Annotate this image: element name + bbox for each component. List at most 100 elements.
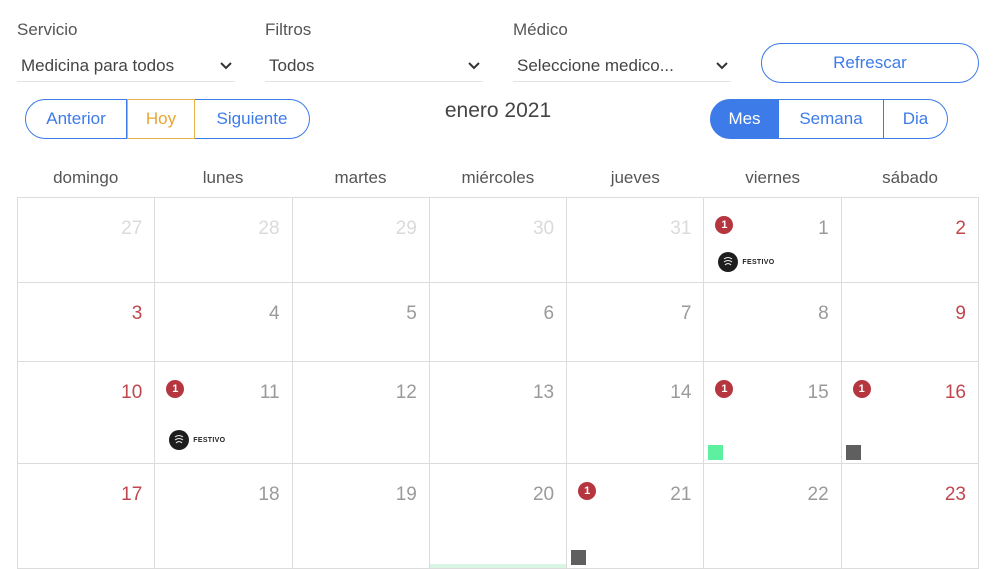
day-cell[interactable]: 16 1 — [841, 362, 979, 464]
day-number: 11 — [259, 382, 280, 403]
calendar-week-row: 10 11 1 FESTIVO 12 13 14 15 1 16 1 — [18, 362, 979, 464]
day-cell[interactable]: 9 — [841, 283, 979, 362]
day-cell[interactable]: 7 — [567, 283, 705, 362]
day-cell[interactable]: 2 — [841, 198, 979, 283]
festivo-event[interactable]: FESTIVO — [718, 252, 774, 272]
day-cell[interactable]: 8 — [704, 283, 842, 362]
day-cell[interactable]: 1 1 FESTIVO — [704, 198, 842, 283]
nav-button-group: Anterior Hoy Siguiente — [25, 99, 310, 139]
servicio-select[interactable]: Medicina para todos — [17, 50, 235, 82]
weekday-label: miércoles — [461, 168, 535, 187]
day-cell[interactable]: 31 — [567, 198, 705, 283]
day-number: 30 — [532, 218, 555, 239]
festivo-logo-icon — [169, 430, 190, 450]
day-cell[interactable]: 5 — [292, 283, 430, 362]
day-cell[interactable]: 12 — [292, 362, 430, 464]
event-marker[interactable] — [845, 445, 861, 460]
day-cell[interactable]: 3 — [18, 283, 156, 362]
day-number: 14 — [670, 382, 692, 403]
day-cell[interactable]: 20 — [429, 464, 568, 569]
filter-label: Médico — [513, 20, 568, 39]
festivo-label: FESTIVO — [742, 258, 775, 266]
medico-select[interactable]: Seleccione medico... — [513, 50, 731, 82]
select-value: Seleccione medico... — [517, 55, 674, 75]
day-cell[interactable]: 10 — [18, 362, 156, 464]
filter-servicio: Servicio Medicina para todos — [17, 20, 235, 82]
view-day-button[interactable]: Dia — [884, 99, 948, 139]
day-number: 12 — [395, 382, 417, 403]
view-button-group: Mes Semana Dia — [710, 99, 948, 139]
day-number: 15 — [807, 382, 829, 403]
filter-filtros: Filtros Todos — [265, 20, 483, 82]
day-cell[interactable]: 28 — [155, 198, 293, 283]
day-number: 31 — [670, 218, 692, 239]
weekday-header: domingo lunes martes miércoles jueves vi… — [17, 168, 979, 188]
month-grid: 27 28 29 30 31 1 1 FESTIVO 2 3 4 5 6 7 8 9 10 11 1 FESTIVO 1… — [17, 197, 979, 569]
today-button[interactable]: Hoy — [127, 99, 195, 139]
festivo-event[interactable]: FESTIVO — [169, 430, 225, 450]
day-cell[interactable]: 21 1 — [567, 464, 705, 569]
day-cell[interactable]: 14 — [567, 362, 705, 464]
weekday-label: jueves — [610, 168, 660, 187]
day-number: 8 — [818, 303, 829, 324]
day-cell[interactable]: 13 — [429, 362, 568, 464]
weekday-label: domingo — [53, 168, 119, 187]
day-number: 3 — [131, 303, 143, 324]
weekday-label: lunes — [202, 168, 244, 187]
calendar-title: enero 2021 — [444, 99, 552, 122]
day-number: 21 — [670, 484, 692, 505]
weekday-label: martes — [334, 168, 387, 187]
event-marker[interactable] — [708, 445, 724, 460]
day-number: 6 — [543, 303, 555, 324]
calendar-week-row: 3 4 5 6 7 8 9 — [18, 283, 979, 362]
select-value: Medicina para todos — [21, 55, 175, 75]
day-number: 9 — [955, 303, 966, 324]
day-number: 29 — [395, 218, 417, 239]
day-cell[interactable]: 18 — [155, 464, 293, 569]
day-cell[interactable]: 30 — [429, 198, 568, 283]
day-number: 27 — [121, 218, 143, 239]
day-cell[interactable]: 6 — [429, 283, 568, 362]
day-number: 23 — [944, 484, 966, 505]
day-number: 7 — [680, 303, 692, 324]
weekday-label: viernes — [745, 168, 801, 187]
day-number: 13 — [532, 382, 555, 403]
day-cell[interactable]: 19 — [292, 464, 430, 569]
weekday-label: sábado — [882, 168, 938, 187]
festivo-logo-icon — [718, 252, 739, 272]
event-marker[interactable] — [571, 550, 587, 565]
day-number: 10 — [121, 382, 143, 403]
filtros-select[interactable]: Todos — [265, 50, 483, 82]
day-number: 4 — [268, 303, 280, 324]
view-week-button[interactable]: Semana — [779, 99, 884, 139]
filter-label: Servicio — [17, 20, 78, 39]
day-cell[interactable]: 22 — [704, 464, 842, 569]
event-count-badge[interactable]: 1 — [166, 380, 185, 398]
day-cell[interactable]: 23 — [841, 464, 979, 569]
previous-button[interactable]: Anterior — [25, 99, 127, 139]
event-count-badge[interactable]: 1 — [852, 380, 871, 398]
day-cell[interactable]: 27 — [18, 198, 156, 283]
view-month-button[interactable]: Mes — [710, 99, 779, 139]
day-number: 2 — [955, 218, 966, 239]
day-cell[interactable]: 17 — [18, 464, 156, 569]
day-cell[interactable]: 29 — [292, 198, 430, 283]
day-number: 19 — [395, 484, 417, 505]
day-number: 1 — [818, 218, 829, 239]
day-cell[interactable]: 15 1 — [704, 362, 842, 464]
day-number: 28 — [258, 218, 280, 239]
refresh-button[interactable]: Refrescar — [761, 43, 979, 83]
event-count-badge[interactable]: 1 — [578, 482, 597, 500]
chevron-down-icon — [715, 59, 729, 73]
calendar-week-row: 27 28 29 30 31 1 1 FESTIVO 2 — [18, 198, 979, 283]
day-cell[interactable]: 4 — [155, 283, 293, 362]
event-count-badge[interactable]: 1 — [715, 216, 734, 234]
filter-medico: Médico Seleccione medico... — [513, 20, 731, 82]
select-value: Todos — [269, 55, 315, 75]
event-bar — [429, 564, 567, 568]
day-number: 16 — [944, 382, 966, 403]
day-cell[interactable]: 11 1 FESTIVO — [155, 362, 293, 464]
event-count-badge[interactable]: 1 — [715, 380, 734, 398]
day-number: 18 — [258, 484, 280, 505]
next-button[interactable]: Siguiente — [195, 99, 310, 139]
